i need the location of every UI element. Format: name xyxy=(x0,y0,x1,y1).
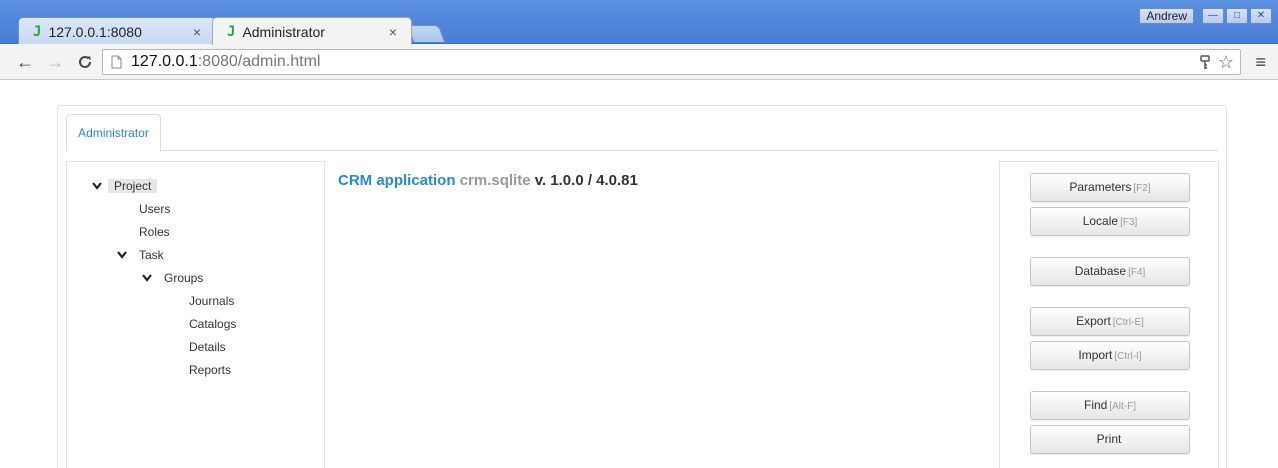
button-label: Export xyxy=(1076,314,1111,328)
import-button[interactable]: Import [Ctrl-I] xyxy=(1030,341,1190,370)
chevron-down-icon[interactable] xyxy=(92,177,108,197)
app-name: CRM application xyxy=(338,172,456,189)
tab-close-icon[interactable]: × xyxy=(187,24,207,40)
shortcut-hint: [F2] xyxy=(1133,183,1151,194)
database-button[interactable]: Database [F4] xyxy=(1030,257,1190,286)
print-button[interactable]: Print xyxy=(1030,425,1190,454)
tree-node-label: Reports xyxy=(189,363,232,377)
action-buttons: Parameters [F2] Locale [F3] Database [F4] E… xyxy=(999,161,1219,468)
button-label: Print xyxy=(1096,432,1122,446)
button-label: Database xyxy=(1074,264,1127,278)
tree-node-task[interactable]: Task xyxy=(117,245,170,265)
minimize-icon[interactable]: — xyxy=(1202,8,1224,24)
tree-node-label: Catalogs xyxy=(189,317,237,331)
tree-node-roles[interactable]: Roles xyxy=(133,222,176,242)
shortcut-hint: [F3] xyxy=(1120,217,1138,228)
shortcut-hint: [Alt-F] xyxy=(1109,401,1136,412)
tree-node-details[interactable]: Details xyxy=(183,337,232,357)
tree-node-reports[interactable]: Reports xyxy=(183,360,237,380)
tree-node-label: Task xyxy=(139,248,164,262)
tree-node-project[interactable]: Project xyxy=(92,176,158,197)
app-title: CRM application crm.sqlite v. 1.0.0 / 4.… xyxy=(338,172,638,189)
tree-node-label: Details xyxy=(189,340,226,354)
tree-node-users[interactable]: Users xyxy=(133,199,176,219)
window-controls: Andrew — □ ✕ xyxy=(1139,8,1272,24)
tree-node-groups[interactable]: Groups xyxy=(142,268,209,288)
new-tab-button[interactable] xyxy=(406,25,446,42)
url-path: :8080/admin.html xyxy=(197,53,321,70)
tree-node-label: Project xyxy=(108,179,158,193)
app-database-file: crm.sqlite xyxy=(459,172,531,189)
button-label: Import xyxy=(1078,348,1113,362)
locale-button[interactable]: Locale [F3] xyxy=(1030,207,1190,236)
tree-node-journals[interactable]: Journals xyxy=(183,291,240,311)
browser-tab-administrator[interactable]: J Administrator × xyxy=(212,17,412,45)
maximize-icon[interactable]: □ xyxy=(1226,8,1248,24)
chevron-down-icon[interactable] xyxy=(142,269,158,289)
forward-arrow-icon[interactable]: → xyxy=(44,52,66,72)
close-window-icon[interactable]: ✕ xyxy=(1250,8,1272,24)
profile-user-button[interactable]: Andrew xyxy=(1139,8,1194,24)
app-version: v. 1.0.0 / 4.0.81 xyxy=(534,172,638,189)
tab-administrator[interactable]: Administrator xyxy=(66,114,161,152)
find-button[interactable]: Find [Alt-F] xyxy=(1030,391,1190,420)
tree-node-label: Journals xyxy=(189,294,235,308)
button-label: Locale xyxy=(1082,214,1119,228)
parameters-button[interactable]: Parameters [F2] xyxy=(1030,173,1190,202)
tree-node-label: Users xyxy=(139,202,171,216)
url-host: 127.0.0.1 xyxy=(131,53,198,70)
tree-node-label: Groups xyxy=(164,271,204,285)
address-bar[interactable]: 127.0.0.1:8080/admin.html ☆ xyxy=(102,49,1241,75)
tab-title: 127.0.0.1:8080 xyxy=(48,23,142,40)
browser-titlebar: J 127.0.0.1:8080 × J Administrator × And… xyxy=(0,0,1278,45)
tree-node-label: Roles xyxy=(139,225,170,239)
app-info: CRM application crm.sqlite v. 1.0.0 / 4.… xyxy=(338,172,638,189)
shortcut-hint: [F4] xyxy=(1128,267,1146,278)
browser-toolbar: ← → 127.0.0.1:8080/admin.html ☆ ≡ xyxy=(0,44,1278,80)
jam-favicon-icon: J xyxy=(227,23,236,40)
export-button[interactable]: Export [Ctrl-E] xyxy=(1030,307,1190,336)
button-label: Find xyxy=(1083,398,1108,412)
back-arrow-icon[interactable]: ← xyxy=(14,52,36,72)
tab-title: Administrator xyxy=(242,23,325,40)
menu-icon[interactable]: ≡ xyxy=(1255,52,1266,72)
chevron-down-icon[interactable] xyxy=(117,246,133,266)
admin-panel: Administrator Project Users Roles Task G… xyxy=(57,105,1227,468)
key-icon[interactable] xyxy=(1200,50,1210,78)
reload-icon[interactable] xyxy=(74,52,96,72)
shortcut-hint: [Ctrl-E] xyxy=(1112,317,1144,328)
jam-favicon-icon: J xyxy=(33,23,42,40)
project-tree: Project Users Roles Task Groups Journals… xyxy=(66,161,325,468)
tree-node-catalogs[interactable]: Catalogs xyxy=(183,314,242,334)
page-tabstrip: Administrator xyxy=(66,114,1218,152)
tab-close-icon[interactable]: × xyxy=(383,24,403,40)
browser-tab-localhost[interactable]: J 127.0.0.1:8080 × xyxy=(18,17,216,45)
button-label: Parameters xyxy=(1069,180,1132,194)
page-icon xyxy=(111,50,122,77)
shortcut-hint: [Ctrl-I] xyxy=(1114,351,1142,362)
bookmark-star-icon[interactable]: ☆ xyxy=(1218,50,1234,74)
